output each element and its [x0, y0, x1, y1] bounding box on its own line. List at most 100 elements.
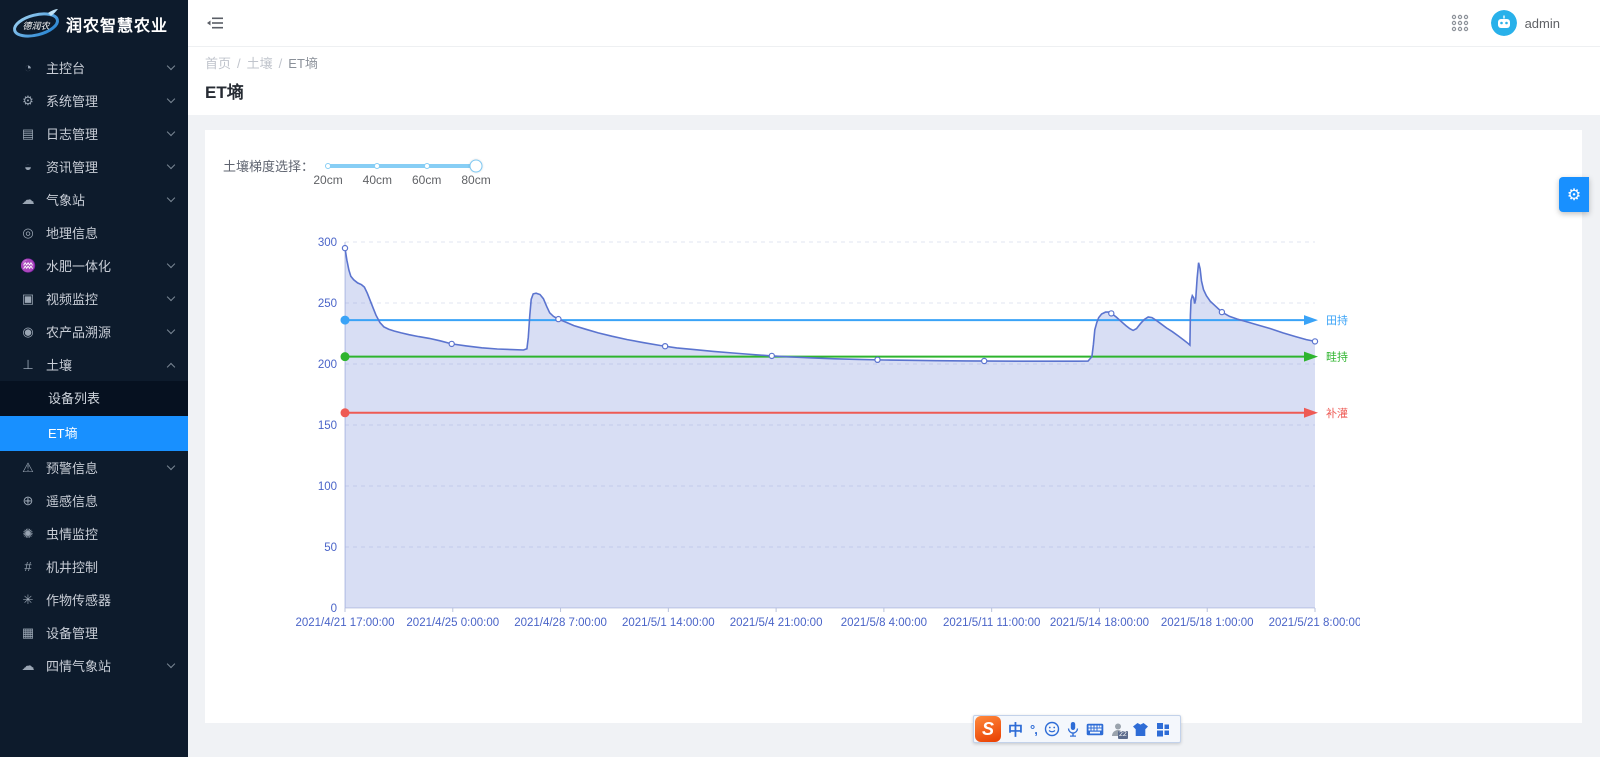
sidebar-item-water-fertilizer[interactable]: ♒ 水肥一体化: [0, 249, 188, 282]
svg-text:2021/5/4 21:00:00: 2021/5/4 21:00:00: [730, 617, 823, 629]
sidebar-item-alerts[interactable]: ⚠ 预警信息: [0, 451, 188, 484]
breadcrumb-item: ET墒: [288, 56, 318, 71]
ime-logo-icon[interactable]: S: [975, 716, 1001, 742]
svg-text:200: 200: [318, 359, 337, 371]
page-title: ET墒: [205, 83, 1583, 103]
content: 土壤梯度选择： 20cm40cm60cm80cm 田持畦持补灌050100150…: [188, 130, 1600, 757]
gear-icon: ⚙: [20, 93, 36, 109]
message-icon: ◒: [20, 159, 36, 174]
warning-icon: ⚠: [20, 460, 36, 476]
sidebar-item-label: 地理信息: [46, 223, 174, 242]
slider-handle[interactable]: [470, 159, 483, 172]
ime-skin-icon[interactable]: [1132, 722, 1149, 737]
sidebar-item-geo-info[interactable]: ◎ 地理信息: [0, 216, 188, 249]
chevron-down-icon: [167, 161, 175, 169]
chevron-down-icon: [167, 260, 175, 268]
svg-text:150: 150: [318, 420, 337, 432]
sidebar-item-label: 预警信息: [46, 458, 168, 477]
slider-mark-label: 40cm: [363, 173, 392, 187]
submenu-item-et-shang[interactable]: ET墒: [0, 416, 188, 451]
camera-icon: ▣: [20, 291, 36, 307]
chevron-down-icon: [167, 326, 175, 334]
sidebar-item-label: 作物传感器: [46, 590, 174, 609]
sidebar-item-logs[interactable]: ▤日志管理: [0, 117, 188, 150]
menu-fold-icon[interactable]: [205, 13, 225, 33]
sidebar-item-system[interactable]: ⚙ 系统管理: [0, 84, 188, 117]
keyboard-icon[interactable]: [1086, 723, 1104, 736]
sidebar-item-siqing-weather[interactable]: ☁四情气象站: [0, 649, 188, 682]
cloud2-icon: ☁: [20, 658, 36, 674]
chevron-down-icon: [167, 462, 175, 470]
app-screen: 德润农 润农智慧农业 ◔主控台⚙系统管理▤日志管理◒资讯管理☁气象站◎地理信息♒…: [0, 0, 1600, 757]
document-icon: ▤: [20, 126, 36, 142]
slider-mark[interactable]: [424, 163, 430, 169]
sidebar-item-well-control[interactable]: #机井控制: [0, 550, 188, 583]
slider-track[interactable]: [328, 164, 476, 168]
page-header: 首页/土壤/ET墒 ET墒: [188, 47, 1600, 115]
logo: 德润农 润农智慧农业: [0, 0, 188, 47]
bug-icon: ✺: [20, 526, 36, 542]
chevron-down-icon: [167, 95, 175, 103]
settings-gear-button[interactable]: ⚙: [1559, 177, 1589, 212]
chevron-down-icon: [167, 62, 175, 70]
breadcrumb-item[interactable]: 土壤: [247, 56, 273, 71]
sidebar-item-crop-sensor[interactable]: ✳作物传感器: [0, 583, 188, 616]
submenu-item-device-list[interactable]: 设备列表: [0, 381, 188, 416]
svg-text:2021/4/25 0:00:00: 2021/4/25 0:00:00: [406, 617, 499, 629]
slider-mark[interactable]: [325, 163, 331, 169]
soil-depth-slider[interactable]: 20cm40cm60cm80cm: [328, 160, 476, 172]
breadcrumb-separator: /: [237, 56, 241, 71]
emoji-icon[interactable]: [1044, 721, 1060, 737]
svg-text:2021/5/18 1:00:00: 2021/5/18 1:00:00: [1161, 617, 1254, 629]
topbar: admin: [188, 0, 1600, 47]
sidebar-item-dashboard[interactable]: ◔主控台: [0, 51, 188, 84]
sidebar-item-label: 设备管理: [46, 623, 174, 642]
username[interactable]: admin: [1525, 16, 1560, 31]
sidebar-item-label: 主控台: [46, 58, 168, 77]
sidebar-item-pest-monitor[interactable]: ✺虫情监控: [0, 517, 188, 550]
microphone-icon[interactable]: [1067, 721, 1079, 737]
sidebar-item-video-monitor[interactable]: ▣视频监控: [0, 282, 188, 315]
svg-text:2021/4/28 7:00:00: 2021/4/28 7:00:00: [514, 617, 607, 629]
slider-mark[interactable]: [374, 163, 380, 169]
svg-text:0: 0: [331, 603, 337, 615]
sidebar-item-trace[interactable]: ◉农产品溯源: [0, 315, 188, 348]
sidebar-item-remote-sensing[interactable]: ⊕ 遥感信息: [0, 484, 188, 517]
avatar[interactable]: [1491, 10, 1517, 36]
chevron-up-icon: [167, 362, 175, 370]
app-title: 润农智慧农业: [66, 12, 168, 36]
sidebar-item-label: 气象站: [46, 190, 168, 209]
globe-icon: ⊕: [20, 493, 36, 509]
chevron-down-icon: [167, 660, 175, 668]
sidebar-item-soil[interactable]: ⊥土壤: [0, 348, 188, 381]
sidebar-item-label: 水肥一体化: [46, 256, 168, 275]
svg-text:2021/5/8 4:00:00: 2021/5/8 4:00:00: [841, 617, 927, 629]
location-icon: ◎: [20, 225, 36, 241]
gear-icon: ⚙: [1567, 185, 1581, 205]
et-chart[interactable]: 田持畦持补灌0501001502002503002021/4/21 17:00:…: [290, 235, 1360, 633]
sidebar-item-label: 农产品溯源: [46, 322, 168, 341]
logo-graphic: 德润农: [10, 7, 62, 41]
ime-language-mode[interactable]: 中: [1008, 719, 1023, 740]
depth-slider-row: 土壤梯度选择： 20cm40cm60cm80cm: [205, 130, 1582, 175]
sidebar-item-label: 系统管理: [46, 91, 168, 110]
slider-mark-label: 20cm: [313, 173, 342, 187]
ime-user-icon[interactable]: 22: [1111, 722, 1125, 737]
main-area: admin 首页/土壤/ET墒 ET墒 土壤梯度选择： 20cm40cm60cm…: [188, 0, 1600, 757]
sidebar-item-label: 遥感信息: [46, 491, 174, 510]
sidebar-item-weather-station[interactable]: ☁气象站: [0, 183, 188, 216]
breadcrumb-item[interactable]: 首页: [205, 56, 231, 71]
slider-label: 土壤梯度选择：: [223, 156, 314, 175]
apps-grid-icon[interactable]: [1451, 14, 1469, 32]
sidebar-item-news[interactable]: ◒资讯管理: [0, 150, 188, 183]
ime-toolbar: S 中 °, 22: [973, 715, 1181, 743]
ime-menu-grid-icon[interactable]: [1156, 722, 1171, 737]
chevron-down-icon: [167, 194, 175, 202]
sidebar-item-device-mgmt[interactable]: ▦设备管理: [0, 616, 188, 649]
pipes-icon: ♒: [20, 258, 36, 274]
sidebar-item-label: 土壤: [46, 355, 168, 374]
svg-text:2021/5/14 18:00:00: 2021/5/14 18:00:00: [1050, 617, 1149, 629]
ime-punctuation-icon[interactable]: °,: [1030, 722, 1037, 737]
submenu-soil: 设备列表ET墒: [0, 381, 188, 451]
svg-text:100: 100: [318, 481, 337, 493]
